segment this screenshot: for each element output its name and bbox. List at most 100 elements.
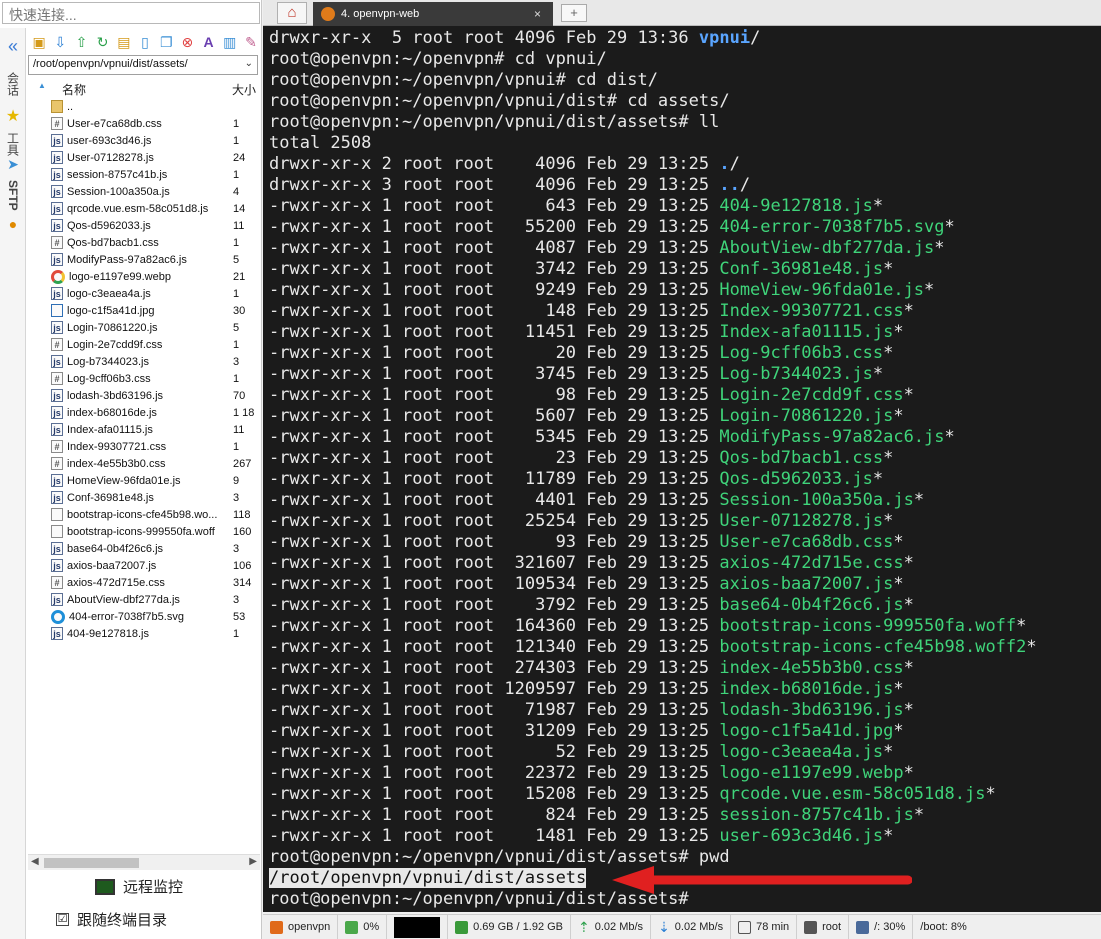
tab-openvpn-web[interactable]: 4. openvpn-web × (313, 2, 553, 26)
file-row[interactable]: js Log-b7344023.js 3 (28, 353, 260, 370)
new-folder-icon[interactable]: ▤ (115, 33, 133, 52)
file-row[interactable]: js session-8757c41b.js 1 (28, 166, 260, 183)
js-file-icon: js (51, 423, 63, 436)
file-row[interactable]: js base64-0b4f26c6.js 3 (28, 540, 260, 557)
download-icon[interactable]: ⇩ (51, 33, 69, 52)
column-size-header[interactable]: 大小 (232, 81, 256, 98)
file-row[interactable]: # User-e7ca68db.css 1 (28, 115, 260, 132)
terminal-line: drwxr-xr-x 2 root root 4096 Feb 29 13:25… (269, 154, 1101, 175)
tab-sessions[interactable]: 会话 (2, 72, 24, 99)
refresh-icon[interactable]: ↻ (94, 33, 112, 52)
file-row[interactable]: js User-07128278.js 24 (28, 149, 260, 166)
terminal-suffix: * (893, 322, 904, 342)
palette-icon[interactable]: ● (2, 216, 24, 232)
terminal-suffix: * (903, 301, 914, 321)
properties-icon[interactable]: ▥ (221, 33, 239, 52)
horizontal-scrollbar[interactable]: ◀ ▶ (28, 854, 260, 870)
terminal-text: -rwxr-xr-x 1 root root 4401 Feb 29 13:25 (269, 490, 720, 510)
chevron-down-icon[interactable]: ⌄ (245, 58, 253, 69)
file-row[interactable]: js HomeView-96fda01e.js 9 (28, 472, 260, 489)
file-size: 70 (233, 389, 246, 402)
scroll-right-icon[interactable]: ▶ (249, 856, 257, 867)
terminal-text: -rwxr-xr-x 1 root root 121340 Feb 29 13:… (269, 637, 720, 657)
terminal[interactable]: drwxr-xr-x 5 root root 4096 Feb 29 13:36… (263, 26, 1101, 912)
js-file-icon: js (51, 559, 63, 572)
file-row[interactable]: js Login-70861220.js 5 (28, 319, 260, 336)
file-row[interactable]: js lodash-3bd63196.js 70 (28, 387, 260, 404)
delete-icon[interactable]: ⊗ (178, 33, 196, 52)
home-icon: ⌂ (287, 4, 297, 21)
column-name-header[interactable]: 名称 (62, 81, 86, 98)
close-icon[interactable]: × (534, 7, 541, 21)
terminal-filename: User-e7ca68db.css (719, 532, 894, 552)
terminal-filename: .. (719, 175, 740, 195)
terminal-suffix: * (883, 259, 894, 279)
terminal-suffix: * (883, 742, 894, 762)
file-row[interactable]: # axios-472d715e.css 314 (28, 574, 260, 591)
terminal-line: -rwxr-xr-x 1 root root 3745 Feb 29 13:25… (269, 364, 1101, 385)
new-tab-button[interactable]: + (561, 4, 587, 22)
file-row[interactable]: logo-c1f5a41d.jpg 30 (28, 302, 260, 319)
file-size: 11 (233, 219, 245, 232)
magic-wand-icon[interactable]: ✎ (242, 33, 260, 52)
file-row[interactable]: js logo-c3eaea4a.js 1 (28, 285, 260, 302)
file-row[interactable]: # Qos-bd7bacb1.css 1 (28, 234, 260, 251)
tab-tools[interactable]: 工具 (2, 132, 24, 159)
vertical-tab-strip: « 会话 ★ 工具 ➤ SFTP ● (0, 28, 26, 939)
file-row[interactable]: 404-error-7038f7b5.svg 53 (28, 608, 260, 625)
monitor-icon (95, 878, 115, 895)
file-row[interactable]: js Conf-36981e48.js 3 (28, 489, 260, 506)
file-name: 404-error-7038f7b5.svg (69, 610, 184, 623)
file-row[interactable]: js AboutView-dbf277da.js 3 (28, 591, 260, 608)
scrollbar-thumb[interactable] (44, 858, 139, 868)
file-row[interactable]: js ModifyPass-97a82ac6.js 5 (28, 251, 260, 268)
file-row[interactable]: # Index-99307721.css 1 (28, 438, 260, 455)
file-row[interactable]: js user-693c3d46.js 1 (28, 132, 260, 149)
checkbox-icon[interactable]: ☑ (56, 913, 69, 926)
file-name: base64-0b4f26c6.js (67, 542, 164, 555)
terminal-line: -rwxr-xr-x 1 root root 824 Feb 29 13:25 … (269, 805, 1101, 826)
file-row[interactable]: js axios-baa72007.js 106 (28, 557, 260, 574)
file-row[interactable]: bootstrap-icons-cfe45b98.wo... 118 (28, 506, 260, 523)
file-row[interactable]: js Qos-d5962033.js 11 (28, 217, 260, 234)
file-row[interactable]: .. (28, 98, 260, 115)
terminal-filename: logo-c3eaea4a.js (719, 742, 884, 762)
remote-monitor-button[interactable]: 远程监控 (95, 876, 183, 897)
terminal-filename: Log-9cff06b3.css (719, 343, 884, 363)
file-row[interactable]: js qrcode.vue.esm-58c051d8.js 14 (28, 200, 260, 217)
open-folder-icon[interactable]: ▣ (30, 33, 48, 52)
sort-up-icon[interactable]: ▲ (38, 81, 46, 90)
star-icon[interactable]: ★ (2, 106, 24, 126)
file-row[interactable]: js Session-100a350a.js 4 (28, 183, 260, 200)
file-row[interactable]: # Log-9cff06b3.css 1 (28, 370, 260, 387)
upload-icon[interactable]: ⇧ (72, 33, 90, 52)
send-icon[interactable]: ➤ (2, 156, 24, 173)
file-name: index-b68016de.js (67, 406, 157, 419)
sftp-path-field[interactable]: /root/openvpn/vpnui/dist/assets/ ⌄ (28, 55, 258, 75)
file-row[interactable]: js 404-9e127818.js 1 (28, 625, 260, 642)
tab-sftp[interactable]: SFTP (2, 180, 24, 214)
terminal-suffix: * (893, 532, 904, 552)
scroll-left-icon[interactable]: ◀ (31, 856, 39, 867)
file-row[interactable]: logo-e1197e99.webp 21 (28, 268, 260, 285)
file-name: 404-9e127818.js (67, 627, 149, 640)
follow-terminal-checkbox[interactable]: ☑ 跟随终端目录 (56, 909, 167, 930)
home-tab[interactable]: ⌂ (277, 2, 307, 24)
terminal-text: -rwxr-xr-x 1 root root 164360 Feb 29 13:… (269, 616, 720, 636)
file-row[interactable]: bootstrap-icons-999550fa.woff 160 (28, 523, 260, 540)
terminal-text: drwxr-xr-x 5 root root 4096 Feb 29 13:36 (269, 28, 699, 48)
file-row[interactable]: # Login-2e7cdd9f.css 1 (28, 336, 260, 353)
terminal-line: -rwxr-xr-x 1 root root 3742 Feb 29 13:25… (269, 259, 1101, 280)
terminal-filename: bootstrap-icons-999550fa.woff (719, 616, 1017, 636)
js-file-icon: js (51, 168, 63, 181)
file-name: index-4e55b3b0.css (67, 457, 166, 470)
copy-icon[interactable]: ❐ (157, 33, 175, 52)
file-row[interactable]: # index-4e55b3b0.css 267 (28, 455, 260, 472)
file-size: 21 (233, 270, 246, 283)
quick-connect-input[interactable]: 快速连接... (2, 2, 260, 24)
rename-icon[interactable]: A (200, 33, 218, 52)
file-row[interactable]: js Index-afa01115.js 11 (28, 421, 260, 438)
file-row[interactable]: js index-b68016de.js 1 18 (28, 404, 260, 421)
collapse-icon[interactable]: « (2, 36, 24, 57)
new-file-icon[interactable]: ▯ (136, 33, 154, 52)
